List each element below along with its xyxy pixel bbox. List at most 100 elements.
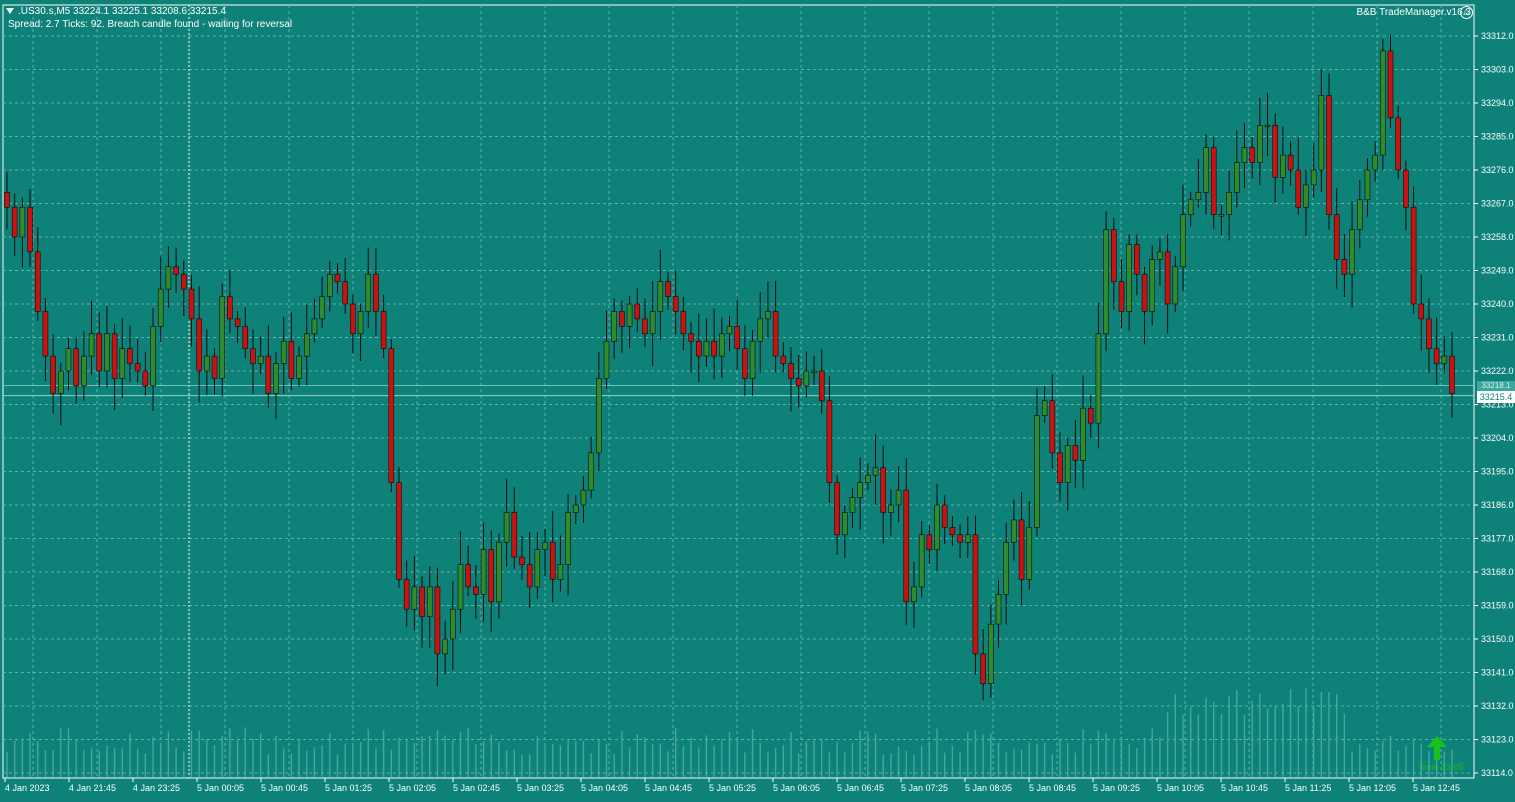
candle-body (711, 340, 717, 357)
candle-body (350, 303, 356, 335)
price-axis-label: 33195.0 (1481, 467, 1514, 477)
price-axis-label: 33141.0 (1481, 668, 1514, 678)
candle-body (188, 288, 195, 320)
candle-body (672, 296, 679, 312)
candle-body (480, 549, 487, 595)
candle-body (841, 512, 848, 536)
candle-body (234, 318, 241, 327)
candle-body (519, 556, 525, 565)
candle-body (142, 370, 149, 387)
candle-body (580, 489, 587, 506)
candle-body (503, 512, 510, 543)
candle-body (104, 333, 110, 372)
candle-body (596, 378, 602, 454)
time-axis-label: 5 Jan 03:25 (517, 783, 564, 793)
candle-body (1187, 199, 1194, 215)
candle-body (173, 266, 179, 275)
candle-body (880, 467, 887, 513)
plot-frame (2, 4, 1475, 779)
time-axis-label: 5 Jan 07:25 (901, 783, 948, 793)
price-axis-label: 33132.0 (1481, 701, 1514, 711)
candle-body (265, 355, 272, 394)
arrow-up-icon (1427, 736, 1447, 760)
candle-body (903, 489, 910, 603)
candle-body (988, 623, 994, 684)
price-axis-label: 33258.0 (1481, 232, 1514, 242)
candle-body (642, 318, 648, 335)
candle-body (1087, 407, 1094, 424)
candle-body (1049, 400, 1056, 454)
candle-body (388, 348, 395, 483)
candle-body (296, 355, 302, 379)
candle-body (934, 504, 940, 550)
candle-body (557, 564, 564, 580)
time-axis-label: 5 Jan 10:05 (1157, 783, 1204, 793)
candle-body (611, 311, 618, 342)
candle-body (1011, 519, 1017, 543)
price-axis-label: 33285.0 (1481, 132, 1514, 142)
candle-body (165, 266, 172, 290)
time-axis-label: 5 Jan 08:05 (965, 783, 1012, 793)
chart-window[interactable]: 33312.0 33303.0 33294.0 33285.0 33276.0 33267… (0, 0, 1515, 802)
ea-status-text: Spread: 2.7 Ticks: 92. Breach candle fou… (8, 19, 293, 30)
time-axis-label: 5 Jan 05:25 (709, 783, 756, 793)
candle-body (949, 527, 956, 536)
candle-body (1449, 355, 1455, 394)
collapse-triangle-icon[interactable] (6, 8, 14, 15)
candle-body (788, 363, 794, 379)
candle-body (772, 311, 779, 357)
candle-body (1026, 527, 1033, 580)
candle-body (780, 355, 787, 364)
time-axis-label: 5 Jan 04:05 (581, 783, 628, 793)
candle-body (204, 355, 210, 372)
candle-body (1303, 184, 1309, 208)
candle-body (811, 370, 817, 373)
candle-body (1249, 147, 1255, 163)
candle-body (1341, 259, 1348, 275)
candle-body (1057, 452, 1063, 483)
price-axis-label: 33159.0 (1481, 601, 1514, 611)
candle-body (1172, 266, 1179, 305)
price-axis-label: 33114.0 (1481, 768, 1513, 778)
candle-body (1272, 125, 1279, 178)
candle-body (680, 311, 687, 335)
candle-body (119, 348, 126, 379)
symbol-ohlc-text: .US30.s,M5 33224.1 33225.1 33208.6 33215… (18, 6, 226, 17)
candle-body (1264, 125, 1271, 128)
candle-body (411, 586, 418, 610)
candle-body (1218, 214, 1225, 217)
candle-body (1356, 199, 1363, 230)
smiley-face-icon[interactable]: ☺ (1460, 6, 1473, 19)
candle-body (888, 504, 894, 513)
candle-body (257, 355, 264, 364)
price-axis-label: 33204.0 (1481, 433, 1514, 443)
candle-body (1195, 192, 1202, 201)
time-axis-label: 5 Jan 00:05 (197, 783, 244, 793)
candle-body (1295, 169, 1302, 208)
candle-body (50, 355, 56, 394)
candle-body (1180, 214, 1186, 268)
time-axis-label: 5 Jan 02:45 (453, 783, 500, 793)
candle-body (803, 370, 810, 387)
candle-body (1095, 333, 1102, 424)
candle-body (957, 534, 963, 543)
candle-body (1018, 519, 1025, 580)
time-axis-label: 5 Jan 10:45 (1221, 783, 1268, 793)
candle-body (1418, 303, 1425, 320)
price-chart[interactable]: 33312.0 33303.0 33294.0 33285.0 33276.0 33267… (0, 0, 1515, 802)
expert-advisor-name[interactable]: B&B TradeManager.v16.3 (1356, 7, 1471, 19)
candle-body (972, 534, 979, 655)
candle-body (396, 482, 402, 580)
time-axis-label: 4 Jan 2023 (5, 783, 50, 793)
candle-body (73, 348, 79, 387)
candle-body (1326, 95, 1332, 215)
candle-body (242, 326, 249, 349)
candle-body (488, 549, 495, 603)
candle-body (742, 348, 748, 379)
candle-body (941, 504, 948, 528)
candle-body (1441, 355, 1448, 364)
candle-body (219, 296, 226, 379)
candle-body (1118, 281, 1125, 312)
candle-body (434, 586, 441, 655)
price-axis-label: 33168.0 (1481, 567, 1514, 577)
